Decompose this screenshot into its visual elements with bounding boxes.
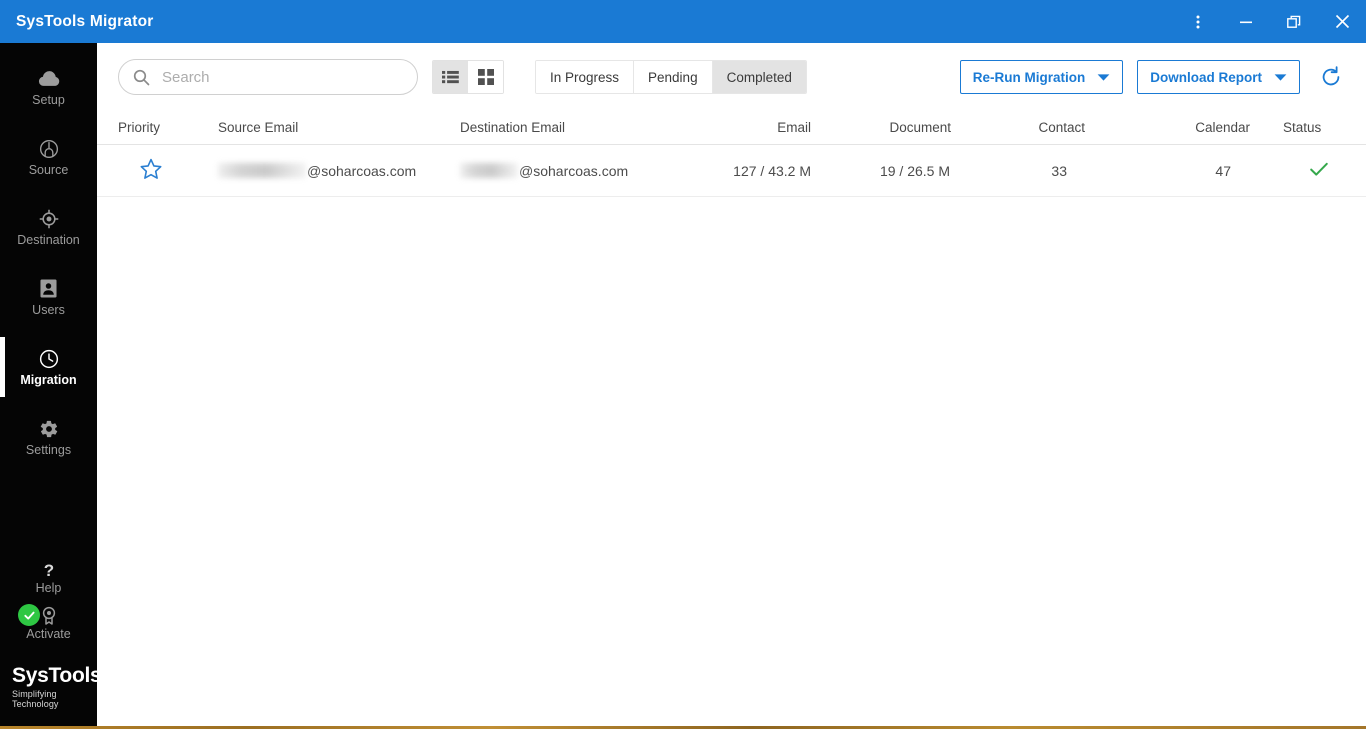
- sidebar-item-label: Setup: [32, 92, 65, 107]
- sidebar-item-settings[interactable]: Settings: [0, 407, 97, 467]
- activation-badge-icon: [41, 606, 57, 626]
- sidebar-bottom: ? Help Activate SysTools Simplifying Tec…: [0, 554, 111, 729]
- column-header-priority: Priority: [118, 120, 161, 135]
- source-email-cell: @soharcoas.com: [218, 163, 460, 179]
- clock-icon: [39, 348, 59, 370]
- sidebar-item-source[interactable]: Source: [0, 127, 97, 187]
- status-cell: [1273, 158, 1365, 183]
- app-title: SysTools Migrator: [16, 12, 154, 30]
- restore-button[interactable]: [1270, 0, 1318, 43]
- column-header-document: Document: [889, 120, 951, 135]
- column-header-calendar: Calendar: [1195, 120, 1250, 135]
- source-node-icon: [39, 138, 59, 160]
- sidebar-item-label: Users: [32, 302, 65, 317]
- target-icon: [39, 208, 59, 230]
- sidebar-item-destination[interactable]: Destination: [0, 197, 97, 257]
- list-view-icon: [442, 70, 459, 84]
- migration-table: Priority Source Email Destination Email …: [97, 111, 1366, 197]
- tab-label: Pending: [648, 69, 698, 85]
- application-window: SysTools Migrator Setup Source Destinati…: [0, 0, 1366, 729]
- sidebar-item-label: Source: [28, 162, 69, 177]
- download-report-label: Download Report: [1150, 69, 1262, 85]
- logo-tagline: Simplifying Technology: [12, 689, 59, 709]
- grid-view-icon: [477, 69, 494, 85]
- window-controls: [1174, 0, 1366, 43]
- priority-cell[interactable]: [118, 157, 218, 184]
- svg-text:?: ?: [43, 561, 53, 579]
- green-check-badge-icon: [18, 604, 40, 626]
- re-run-migration-label: Re-Run Migration: [972, 69, 1086, 85]
- more-options-button[interactable]: [1174, 0, 1222, 43]
- question-mark-icon: ?: [42, 560, 56, 580]
- column-header-email: Email: [777, 120, 811, 135]
- search-input[interactable]: [162, 68, 405, 86]
- logo-name: SysTools: [12, 664, 102, 687]
- destination-email-domain: @soharcoas.com: [519, 162, 629, 179]
- title-bar: SysTools Migrator: [0, 0, 1366, 43]
- systools-logo: SysTools ® Simplifying Technology: [0, 646, 111, 723]
- table-header-row: Priority Source Email Destination Email …: [97, 111, 1366, 145]
- status-filter-tabs: In Progress Pending Completed: [535, 60, 807, 94]
- tab-completed[interactable]: Completed: [712, 61, 806, 93]
- sidebar-item-label: Settings: [25, 442, 72, 457]
- tab-in-progress[interactable]: In Progress: [536, 61, 635, 93]
- email-count-cell: 127 / 43.2 M: [733, 162, 811, 179]
- contact-count-cell: 33: [1051, 162, 1067, 179]
- column-header-destination-email: Destination Email: [460, 120, 566, 135]
- close-button[interactable]: [1318, 0, 1366, 43]
- sidebar-item-help[interactable]: ? Help: [0, 554, 97, 600]
- sidebar-nav: Setup Source Destination Users Migration…: [0, 43, 97, 477]
- grid-view-button[interactable]: [468, 61, 503, 93]
- toolbar: In Progress Pending Completed Re-Run Mig…: [97, 43, 1366, 111]
- column-header-status: Status: [1283, 120, 1322, 135]
- search-icon: [133, 69, 150, 85]
- check-icon: [1308, 158, 1330, 183]
- table-row[interactable]: @soharcoas.com @soharcoas.com 127 / 43.2…: [97, 145, 1366, 197]
- download-report-button[interactable]: Download Report: [1137, 60, 1300, 94]
- sidebar-item-setup[interactable]: Setup: [0, 57, 97, 117]
- restore-icon: [1287, 15, 1301, 28]
- refresh-button[interactable]: [1318, 64, 1344, 90]
- minimize-button[interactable]: [1222, 0, 1270, 43]
- re-run-migration-button[interactable]: Re-Run Migration: [959, 60, 1124, 94]
- source-email-domain: @soharcoas.com: [307, 162, 417, 179]
- chevron-down-icon: [1097, 73, 1110, 82]
- sidebar-item-label: Help: [35, 580, 62, 595]
- calendar-count-cell: 47: [1215, 162, 1231, 179]
- list-view-button[interactable]: [433, 61, 468, 93]
- search-box[interactable]: [118, 59, 418, 95]
- sidebar-item-migration[interactable]: Migration: [0, 337, 97, 397]
- chevron-down-icon: [1274, 73, 1287, 82]
- minimize-icon: [1240, 21, 1252, 23]
- sidebar: Setup Source Destination Users Migration…: [0, 43, 111, 729]
- column-header-source-email: Source Email: [218, 120, 299, 135]
- refresh-icon: [1322, 66, 1340, 86]
- logo-wordmark: SysTools ®: [12, 662, 111, 688]
- tab-label: In Progress: [550, 69, 620, 85]
- document-count-cell: 19 / 26.5 M: [879, 162, 950, 179]
- tab-label: Completed: [726, 69, 792, 85]
- sidebar-item-users[interactable]: Users: [0, 267, 97, 327]
- close-icon: [1335, 14, 1349, 29]
- sidebar-item-label: Activate: [26, 626, 71, 641]
- sidebar-item-label: Migration: [20, 372, 77, 387]
- gear-icon: [39, 418, 59, 440]
- sidebar-item-label: Destination: [17, 232, 80, 247]
- view-mode-toggle: [432, 60, 504, 94]
- sidebar-item-activate[interactable]: Activate: [0, 600, 97, 646]
- cloud-icon: [38, 68, 60, 90]
- redacted-source-email-prefix: [218, 163, 306, 178]
- destination-email-cell: @soharcoas.com: [460, 163, 700, 179]
- star-outline-icon[interactable]: [139, 157, 163, 184]
- redacted-destination-email-prefix: [460, 163, 518, 178]
- column-header-contact: Contact: [1038, 120, 1085, 135]
- more-options-icon: [1196, 15, 1200, 28]
- main-content: In Progress Pending Completed Re-Run Mig…: [97, 43, 1366, 729]
- user-card-icon: [40, 278, 57, 300]
- tab-pending[interactable]: Pending: [634, 61, 713, 93]
- toolbar-actions: Re-Run Migration Download Report: [946, 60, 1346, 94]
